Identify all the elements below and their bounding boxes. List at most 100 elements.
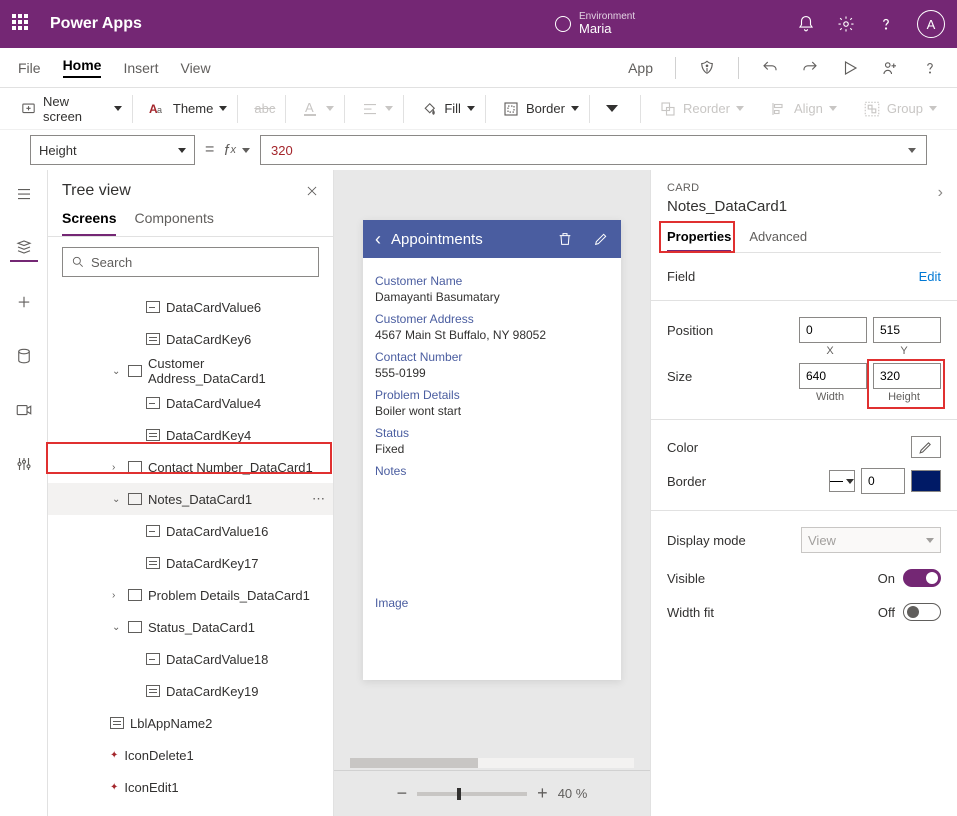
border-style-picker[interactable] bbox=[829, 470, 855, 492]
tree-item[interactable]: DataCardKey6 bbox=[48, 323, 333, 355]
rail-insert[interactable] bbox=[10, 288, 38, 316]
display-mode-select: View bbox=[801, 527, 941, 553]
chevron-right-icon[interactable]: › bbox=[112, 462, 122, 473]
tab-advanced[interactable]: Advanced bbox=[749, 229, 807, 252]
delete-icon[interactable] bbox=[557, 231, 573, 247]
rail-hamburger[interactable] bbox=[10, 180, 38, 208]
group-button: Group bbox=[863, 100, 937, 118]
preview-field-label: Contact Number bbox=[375, 350, 609, 364]
canvas-horizontal-scrollbar[interactable] bbox=[350, 758, 634, 768]
tree-view-panel: Tree view Screens Components Search Data… bbox=[48, 170, 334, 816]
menu-divider bbox=[738, 57, 739, 79]
app-checker-icon[interactable] bbox=[698, 59, 716, 77]
widthfit-toggle[interactable] bbox=[903, 603, 941, 621]
edit-field-link[interactable]: Edit bbox=[919, 269, 941, 284]
zoom-slider[interactable] bbox=[417, 792, 527, 796]
tree-item[interactable]: LblAppName2 bbox=[48, 707, 333, 739]
app-preview[interactable]: ‹ Appointments Customer NameDamayanti Ba… bbox=[363, 220, 621, 680]
pencil-icon bbox=[912, 437, 940, 457]
selected-control-name: Notes_DataCard1 bbox=[667, 198, 941, 215]
action-icon: ✦ bbox=[110, 750, 118, 761]
size-width-input[interactable] bbox=[799, 363, 867, 389]
menu-app[interactable]: App bbox=[628, 60, 653, 76]
help-icon[interactable] bbox=[877, 15, 895, 33]
chevron-right-icon[interactable]: › bbox=[112, 590, 122, 601]
border-color-swatch[interactable] bbox=[911, 470, 941, 492]
tree-item[interactable]: DataCardKey19 bbox=[48, 675, 333, 707]
zoom-out-button[interactable]: − bbox=[397, 783, 408, 804]
tree-item[interactable]: ✦IconDelete1 bbox=[48, 739, 333, 771]
position-x-input[interactable] bbox=[799, 317, 867, 343]
chevron-right-icon[interactable]: › bbox=[938, 184, 943, 202]
tab-properties[interactable]: Properties bbox=[667, 229, 731, 252]
preview-field-label: Notes bbox=[375, 464, 609, 478]
menu-view[interactable]: View bbox=[180, 60, 210, 76]
border-width-input[interactable] bbox=[861, 468, 905, 494]
control-icon bbox=[146, 653, 160, 665]
environment-picker[interactable]: Environment Maria bbox=[555, 11, 635, 36]
preview-title: Appointments bbox=[391, 231, 547, 248]
more-icon[interactable]: ⋯ bbox=[312, 491, 325, 507]
menu-home[interactable]: Home bbox=[63, 57, 102, 78]
chevron-down-icon bbox=[926, 538, 934, 543]
group-icon bbox=[863, 100, 881, 118]
formula-input[interactable]: 320 bbox=[260, 135, 927, 165]
redo-icon[interactable] bbox=[801, 59, 819, 77]
position-y-input[interactable] bbox=[873, 317, 941, 343]
visible-toggle[interactable] bbox=[903, 569, 941, 587]
tree-item[interactable]: ⌄Status_DataCard1 bbox=[48, 611, 333, 643]
tree-item[interactable]: ›Contact Number_DataCard1 bbox=[48, 451, 333, 483]
equals-sign: = bbox=[205, 141, 214, 159]
menu-bar: File Home Insert View App bbox=[0, 48, 957, 88]
undo-icon[interactable] bbox=[761, 59, 779, 77]
fill-button[interactable]: Fill bbox=[420, 100, 475, 118]
menu-insert[interactable]: Insert bbox=[123, 60, 158, 76]
fx-label[interactable]: fx bbox=[224, 142, 250, 159]
zoom-in-button[interactable]: + bbox=[537, 783, 548, 804]
chevron-down-icon[interactable]: ⌄ bbox=[112, 366, 122, 377]
rail-advanced-tools[interactable] bbox=[10, 450, 38, 478]
more-formatting-button[interactable] bbox=[606, 105, 618, 112]
search-input[interactable]: Search bbox=[62, 247, 319, 277]
help-menu-icon[interactable] bbox=[921, 59, 939, 77]
tab-components[interactable]: Components bbox=[134, 210, 213, 236]
tree-item-label: DataCardKey17 bbox=[166, 556, 259, 571]
align-label: Align bbox=[794, 101, 823, 116]
formula-value: 320 bbox=[271, 143, 293, 158]
tree-item[interactable]: DataCardKey4 bbox=[48, 419, 333, 451]
user-avatar[interactable]: A bbox=[917, 10, 945, 38]
new-screen-button[interactable]: New screen bbox=[20, 94, 122, 124]
close-icon[interactable] bbox=[305, 184, 319, 198]
play-icon[interactable] bbox=[841, 59, 859, 77]
tree-item[interactable]: DataCardValue6 bbox=[48, 291, 333, 323]
share-icon[interactable] bbox=[881, 59, 899, 77]
app-launcher-icon[interactable] bbox=[12, 14, 32, 34]
size-height-input[interactable] bbox=[873, 363, 941, 389]
tree-body[interactable]: DataCardValue6DataCardKey6⌄Customer Addr… bbox=[48, 287, 333, 816]
edit-icon[interactable] bbox=[593, 231, 609, 247]
tree-item[interactable]: ›Problem Details_DataCard1 bbox=[48, 579, 333, 611]
color-swatch[interactable] bbox=[911, 436, 941, 458]
control-icon bbox=[146, 301, 160, 313]
chevron-down-icon[interactable]: ⌄ bbox=[112, 622, 122, 633]
notifications-icon[interactable] bbox=[797, 15, 815, 33]
tree-item[interactable]: DataCardValue4 bbox=[48, 387, 333, 419]
tree-item[interactable]: ⌄Customer Address_DataCard1 bbox=[48, 355, 333, 387]
border-button[interactable]: Border bbox=[502, 100, 579, 118]
tree-item[interactable]: ✦IconEdit1 bbox=[48, 771, 333, 803]
menu-file[interactable]: File bbox=[18, 60, 41, 76]
tab-screens[interactable]: Screens bbox=[62, 210, 116, 236]
control-icon bbox=[146, 525, 160, 537]
tree-item[interactable]: ⌄Notes_DataCard1⋯ bbox=[48, 483, 333, 515]
tree-item[interactable]: DataCardValue18 bbox=[48, 643, 333, 675]
rail-tree-view[interactable] bbox=[10, 234, 38, 262]
theme-button[interactable]: Aa Theme bbox=[149, 100, 227, 118]
settings-icon[interactable] bbox=[837, 15, 855, 33]
tree-item[interactable]: DataCardKey17 bbox=[48, 547, 333, 579]
property-selector[interactable]: Height bbox=[30, 135, 195, 165]
chevron-down-icon[interactable]: ⌄ bbox=[112, 494, 122, 505]
tree-item[interactable]: DataCardValue16 bbox=[48, 515, 333, 547]
back-icon[interactable]: ‹ bbox=[375, 229, 381, 250]
rail-data[interactable] bbox=[10, 342, 38, 370]
rail-media[interactable] bbox=[10, 396, 38, 424]
